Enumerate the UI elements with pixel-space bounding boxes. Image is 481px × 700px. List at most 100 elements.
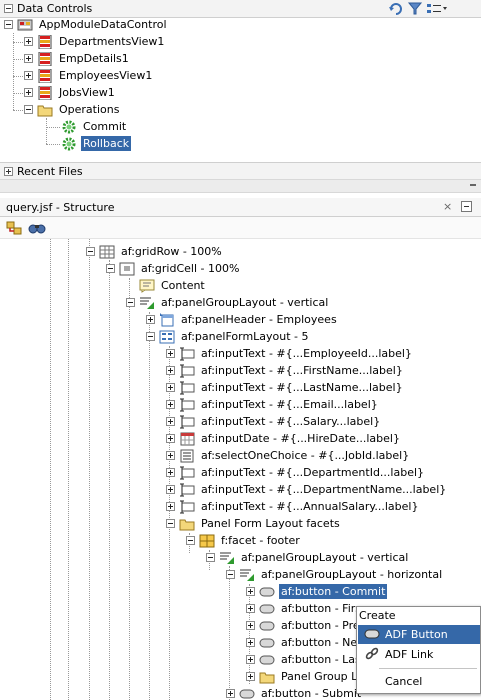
structure-node[interactable]: af:inputText - #{...DepartmentName...lab… [166,481,448,498]
expand-icon[interactable] [166,349,175,358]
context-menu-header: Create [359,609,396,622]
structure-node[interactable]: af:inputText - #{...LastName...label} [166,379,405,396]
structure-node[interactable]: af:button - Last [246,651,356,668]
structure-node[interactable]: Panel Form Layout facets [166,515,342,532]
content-facet-icon [139,279,155,293]
structure-node[interactable]: af:panelGroupLayout - vertical [206,549,410,566]
tree-node-operations[interactable]: Operations [24,101,121,118]
structure-node[interactable]: af:panelHeader - Employees [146,311,339,328]
tree-label: Panel Group Layout facets [281,670,356,683]
structure-node[interactable]: af:gridRow - 100% [86,243,224,260]
collapse-icon[interactable] [4,20,13,29]
expand-toggle-icon[interactable] [4,166,13,176]
recent-files-header[interactable]: Recent Files [0,162,481,180]
structure-node[interactable]: af:inputText - #{...EmployeeId...label} [166,345,414,362]
expand-icon[interactable] [166,434,175,443]
expand-icon[interactable] [226,689,235,698]
tree-node-departments[interactable]: DepartmentsView1 [24,33,166,50]
select-one-choice-icon [180,449,194,462]
structure-node[interactable]: af:panelGroupLayout - vertical [126,294,330,311]
collapse-icon[interactable] [106,264,115,273]
expand-icon[interactable] [246,587,255,596]
collapse-icon[interactable] [186,536,195,545]
expand-icon[interactable] [24,54,33,63]
expand-icon[interactable] [246,638,255,647]
expand-icon[interactable] [246,604,255,613]
structure-node[interactable]: af:button - First [246,600,356,617]
minimize-icon[interactable] [461,201,472,212]
tree-label: af:inputText - #{...Email...label} [201,398,378,411]
input-text-icon [180,500,195,513]
tree-label: af:button - Commit [279,584,388,599]
expand-icon[interactable] [166,485,175,494]
collapse-icon[interactable] [146,332,155,341]
structure-node[interactable]: af:button - Next [246,634,356,651]
structure-node[interactable]: af:panelFormLayout - 5 [146,328,311,345]
panel-group-layout-icon [140,297,154,309]
structure-node[interactable]: af:gridCell - 100% [106,260,241,277]
expand-icon[interactable] [246,621,255,630]
collapse-icon[interactable] [24,105,33,114]
structure-node[interactable]: af:inputDate - #{...HireDate...label} [166,430,402,447]
tree-node-jobs[interactable]: JobsView1 [24,84,117,101]
tree-label: af:inputDate - #{...HireDate...label} [201,432,400,445]
expand-icon[interactable] [166,451,175,460]
tree-label: JobsView1 [59,86,115,99]
menu-item-adf-link[interactable]: ADF Link [358,645,480,664]
structure-node[interactable]: af:inputText - #{...Email...label} [166,396,380,413]
freeze-view-icon[interactable] [6,220,23,239]
tree-node-commit[interactable]: Commit [61,118,128,135]
expand-icon[interactable] [24,37,33,46]
collapse-icon[interactable] [86,247,95,256]
tree-node-rollback[interactable]: Rollback [61,135,132,152]
operation-gear-icon [62,137,76,150]
menu-item-cancel[interactable]: Cancel [358,672,480,691]
collapse-icon[interactable] [126,298,135,307]
structure-node[interactable]: af:panelGroupLayout - horizontal [226,566,444,583]
menu-item-adf-button[interactable]: ADF Button [358,625,480,644]
button-icon [259,604,275,613]
tree-label: EmpDetails1 [59,52,129,65]
refresh-icon[interactable] [388,1,404,19]
expand-icon[interactable] [24,88,33,97]
collapse-toggle-icon[interactable] [4,4,13,13]
structure-node[interactable]: Content [139,277,207,294]
button-icon [239,689,255,698]
expand-icon[interactable] [246,655,255,664]
tree-node-app-module[interactable]: AppModuleDataControl [4,16,169,33]
collapse-icon[interactable] [226,570,235,579]
expand-icon[interactable] [166,468,175,477]
panel-splitter[interactable] [0,179,481,193]
expand-icon[interactable] [166,502,175,511]
structure-node[interactable]: af:button - Commit [246,583,388,600]
filter-icon[interactable] [407,1,423,19]
structure-node[interactable]: Panel Group Layout facets [246,668,356,685]
tree-node-empdetails[interactable]: EmpDetails1 [24,50,131,67]
structure-node[interactable]: af:inputText - #{...FirstName...label} [166,362,405,379]
expand-icon[interactable] [166,383,175,392]
close-icon[interactable]: × [443,201,453,212]
structure-node[interactable]: af:button - Previous [246,617,356,634]
button-icon [364,629,380,639]
tree-node-employees[interactable]: EmployeesView1 [24,67,154,84]
structure-node[interactable]: af:selectOneChoice - #{...JobId.label} [166,447,411,464]
structure-node[interactable]: af:button - Submit [226,685,363,700]
expand-icon[interactable] [146,315,155,324]
expand-icon[interactable] [246,672,255,681]
collapse-icon[interactable] [166,519,175,528]
structure-node[interactable]: f:facet - footer [186,532,302,549]
structure-header[interactable]: query.jsf - Structure × [0,198,481,217]
expand-icon[interactable] [166,400,175,409]
tree-label: af:button - Submit [261,687,362,700]
expand-icon[interactable] [166,366,175,375]
expand-icon[interactable] [166,417,175,426]
view-options-dropdown-icon[interactable] [425,1,449,19]
tree-label: af:inputText - #{...DepartmentId...label… [201,466,425,479]
facet-icon [199,534,215,547]
structure-node[interactable]: af:inputText - #{...AnnualSalary...label… [166,498,420,515]
find-icon[interactable] [28,220,46,239]
structure-node[interactable]: af:inputText - #{...DepartmentId...label… [166,464,426,481]
structure-node[interactable]: af:inputText - #{...Salary...label} [166,413,382,430]
collapse-icon[interactable] [206,553,215,562]
expand-icon[interactable] [24,71,33,80]
